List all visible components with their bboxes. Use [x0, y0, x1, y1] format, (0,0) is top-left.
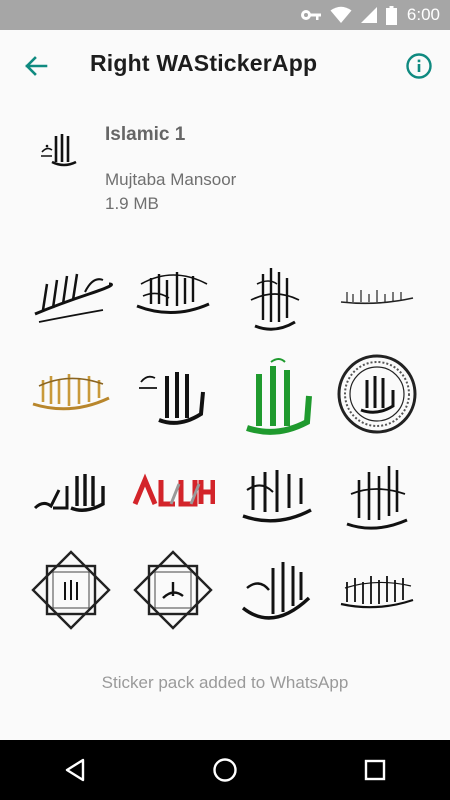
sticker-allah-red[interactable]	[122, 446, 224, 538]
sticker-allahu-akbar[interactable]	[20, 446, 122, 538]
sticker-tawakkaltu[interactable]	[326, 446, 428, 538]
app-bar: Right WAStickerApp	[0, 30, 450, 102]
sticker-bismillah-2[interactable]	[122, 250, 224, 342]
arrow-back-icon	[25, 56, 48, 76]
calligraphy-image	[139, 372, 205, 425]
sticker-grid	[20, 250, 430, 636]
calligraphy-image	[132, 473, 215, 507]
calligraphy-image	[250, 268, 300, 331]
sticker-bismillah-1[interactable]	[20, 250, 122, 342]
pack-name: Islamic 1	[105, 124, 186, 145]
calligraphy-image	[31, 550, 111, 630]
pack-size: 1.9 MB	[105, 194, 159, 213]
sticker-allah-frame[interactable]	[20, 544, 122, 636]
nav-home-button[interactable]	[195, 740, 255, 800]
sticker-bismillah-gold[interactable]	[20, 348, 122, 440]
nav-back-button[interactable]	[45, 740, 105, 800]
system-nav-bar	[0, 740, 450, 800]
calligraphy-image	[246, 358, 312, 435]
calligraphy-image	[133, 550, 213, 630]
battery-icon	[385, 5, 397, 25]
calligraphy-image	[136, 272, 210, 315]
key-icon	[300, 10, 321, 20]
sticker-allah-1[interactable]	[122, 348, 224, 440]
calligraphy-image	[337, 354, 417, 434]
info-icon	[406, 53, 432, 79]
nav-recents-button[interactable]	[345, 740, 405, 800]
sticker-allah-green[interactable]	[224, 348, 326, 440]
back-button[interactable]	[22, 52, 50, 80]
info-button[interactable]	[405, 52, 433, 80]
sticker-muhammad-frame[interactable]	[122, 544, 224, 636]
calligraphy-image	[241, 562, 311, 620]
pack-author: Mujtaba Mansoor	[105, 170, 237, 189]
back-triangle-icon	[65, 758, 85, 782]
calligraphy-image	[34, 273, 113, 323]
sticker-bismillah-4[interactable]	[326, 250, 428, 342]
calligraphy-image	[340, 576, 414, 609]
calligraphy-image	[346, 466, 408, 530]
sticker-pack-header: Islamic 1 Mujtaba Mansoor 1.9 MB	[0, 102, 450, 232]
calligraphy-image	[32, 374, 110, 411]
recents-square-icon	[364, 759, 386, 781]
home-circle-icon	[213, 758, 237, 782]
app-title: Right WAStickerApp	[90, 50, 318, 76]
wifi-icon	[330, 6, 352, 23]
sticker-bismillah-3[interactable]	[224, 250, 326, 342]
status-bar: 6:00	[0, 0, 450, 30]
sticker-allah-circle[interactable]	[326, 348, 428, 440]
pack-tray-icon	[41, 134, 77, 167]
sticker-inshallah[interactable]	[224, 544, 326, 636]
sticker-alhamdulillah[interactable]	[224, 446, 326, 538]
calligraphy-image	[340, 290, 414, 305]
pack-added-message: Sticker pack added to WhatsApp	[101, 673, 349, 692]
signal-icon	[360, 7, 377, 23]
calligraphy-image	[242, 470, 312, 523]
status-time: 6:00	[406, 5, 440, 24]
sticker-mashallah[interactable]	[326, 544, 428, 636]
calligraphy-image	[33, 474, 105, 512]
